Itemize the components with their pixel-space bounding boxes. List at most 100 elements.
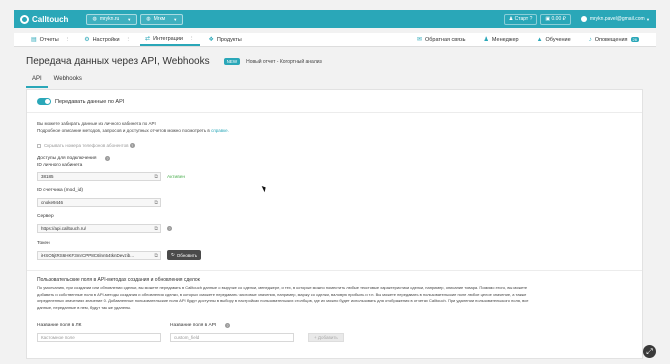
start-button[interactable]: ♟ Старт ? (503, 13, 538, 25)
field-lk-placeholder: Кастомное поле (41, 335, 75, 340)
status-badge: Активен (167, 175, 186, 180)
products-icon: ❖ (208, 37, 214, 43)
hide-phones-label: Скрывать номера телефонов абонентов (44, 143, 129, 148)
avatar (580, 16, 587, 22)
logo-text: Calltouch (32, 14, 69, 24)
site-selector-button[interactable]: ◍ mrykn.ru ▼ (86, 13, 138, 25)
custom-fields-title: Пользовательские поля в API-методах созд… (37, 277, 200, 283)
cabinet-id-field[interactable]: 38185 ⧉ (37, 172, 161, 181)
api-settings-card: Передавать данные по API Вы можете забир… (26, 89, 643, 359)
server-field[interactable]: https://api.calltouch.ru/ ⧉ (37, 224, 161, 233)
help-icon[interactable]: ? (167, 226, 172, 231)
divider (27, 112, 642, 113)
integrations-icon: ⇄ (145, 36, 151, 42)
copy-icon[interactable]: ⧉ (154, 226, 158, 232)
tab-webhooks[interactable]: Webhooks (48, 74, 88, 88)
field-lk-label: Название поля в ЛК (37, 323, 82, 328)
nav-label: Оповещения (594, 36, 628, 43)
tab-api[interactable]: API (26, 74, 48, 88)
add-field-button[interactable]: + Добавить (308, 333, 344, 342)
server-label: Сервер (37, 214, 54, 219)
custom-text-line: данные, переданные в нем, будут так же у… (37, 304, 132, 310)
token-label: Токен (37, 241, 50, 246)
help-icon[interactable]: ? (225, 323, 230, 328)
cabinet-id-label: ID личного кабинета (37, 163, 83, 168)
globe-icon: ◍ (146, 16, 151, 22)
server-value: https://api.calltouch.ru/ (41, 226, 87, 231)
site-selector-button-2[interactable]: ◍ Мгкм ▼ (140, 13, 184, 25)
api-toggle[interactable] (37, 98, 51, 105)
wallet-icon: ▣ (545, 16, 551, 22)
globe-icon: ◍ (92, 16, 97, 22)
copy-icon[interactable]: ⧉ (154, 200, 158, 206)
nav-label: Продукты (216, 36, 242, 43)
more-icon: ⋮ (64, 36, 71, 43)
info-text-2-prefix: Подробное описание методов, запросов и д… (37, 128, 210, 133)
logo-icon (20, 14, 29, 24)
refresh-icon: ↻ (171, 252, 175, 257)
nav-label: Обратная связь (424, 36, 466, 43)
more-icon: ⋮ (125, 36, 132, 43)
api-toggle-label: Передавать данные по API (55, 98, 125, 105)
help-icon: ? (529, 16, 533, 22)
copy-icon[interactable]: ⧉ (154, 253, 158, 259)
checkbox-box[interactable] (37, 143, 41, 148)
chevron-down-icon: ▼ (127, 16, 132, 22)
nav-item-manager[interactable]: ♟ Менеджер (479, 33, 524, 46)
refresh-label: Обновить (176, 252, 198, 258)
token-value: iHSO5jtRS6HKF3mrCPP8C6lnn54tknDevzib... (41, 253, 135, 258)
nav-item-settings[interactable]: ⚙ Настройки ⋮ (79, 33, 136, 46)
api-toggle-row: Передавать данные по API (37, 98, 124, 105)
field-api-input[interactable]: custom_field (170, 333, 294, 342)
page-title-row: Передача данных через API, Webhooks NEW … (26, 56, 322, 67)
info-text: Вы можете забирать данные из личного каб… (37, 121, 156, 126)
help-icon: ? (129, 143, 135, 148)
site-selector-label: mrykn.ru (99, 16, 120, 22)
token-field[interactable]: iHSO5jtRS6HKF3mrCPP8C6lnn54tknDevzib... … (37, 251, 161, 260)
nav-label: Менеджер (491, 36, 519, 43)
graduation-cap-icon: ▲ (536, 36, 543, 43)
counter-id-value: cnoke9446 (41, 200, 64, 205)
info-text-2: Подробное описание методов, запросов и д… (37, 128, 229, 133)
help-link[interactable]: справке. (211, 128, 229, 133)
nav-item-products[interactable]: ❖ Продукты (204, 33, 247, 46)
nav-label: Интеграции (153, 35, 184, 42)
chevron-down-icon: ▼ (173, 16, 178, 22)
custom-fields-description: По умолчанию, при создании или обновлени… (37, 285, 637, 311)
chevron-down-icon: ▼ (646, 16, 650, 22)
nav-label: Отчеты (39, 36, 59, 43)
settings-icon: ⚙ (84, 37, 90, 43)
help-icon[interactable]: ? (105, 156, 110, 161)
hide-phones-checkbox[interactable]: Скрывать номера телефонов абонентов ? (37, 143, 135, 148)
page-title: Передача данных через API, Webhooks (26, 56, 210, 67)
user-menu[interactable]: mrykn.pavel@gmail.com ▼ (580, 16, 650, 22)
bell-icon: ♪ (588, 36, 592, 43)
new-badge: NEW (223, 58, 241, 65)
nav-item-feedback[interactable]: ✉ Обратная связь (412, 33, 471, 46)
field-api-placeholder: custom_field (174, 335, 200, 340)
expand-icon[interactable]: ⤢ (643, 345, 656, 358)
nav-label: Настройки (92, 36, 120, 43)
refresh-token-button[interactable]: ↻ Обновить (167, 250, 202, 260)
new-report-link[interactable]: Новый отчет - Когортный анализ (246, 59, 322, 65)
nav-item-integrations[interactable]: ⇄ Интеграции ⋮ (140, 33, 200, 46)
logo[interactable]: Calltouch (20, 14, 69, 24)
user-icon: ♟ (508, 16, 514, 22)
site-selector-label-2: Мгкм (153, 16, 166, 22)
balance-value: 0.00 ₽ (551, 16, 566, 22)
copy-icon[interactable]: ⧉ (154, 174, 158, 180)
nav-item-notifications[interactable]: ♪ Оповещения 26 (584, 33, 644, 46)
reports-icon: ▤ (31, 37, 37, 43)
notifications-badge: 26 (630, 37, 639, 42)
balance-button[interactable]: ▣ 0.00 ₽ (540, 13, 571, 25)
access-title: Доступы для подключения (37, 156, 97, 161)
counter-id-field[interactable]: cnoke9446 ⧉ (37, 198, 161, 207)
field-lk-input[interactable]: Кастомное поле (37, 333, 161, 342)
divider (27, 270, 642, 271)
start-label: Старт (514, 16, 529, 22)
nav-item-learning[interactable]: ▲ Обучение (532, 33, 576, 46)
nav-item-reports[interactable]: ▤ Отчеты ⋮ (26, 33, 75, 46)
more-icon: ⋮ (189, 35, 195, 42)
top-bar: Calltouch ◍ mrykn.ru ▼ ◍ Мгкм ▼ ♟ Старт … (14, 10, 656, 28)
cabinet-id-value: 38185 (41, 174, 54, 179)
